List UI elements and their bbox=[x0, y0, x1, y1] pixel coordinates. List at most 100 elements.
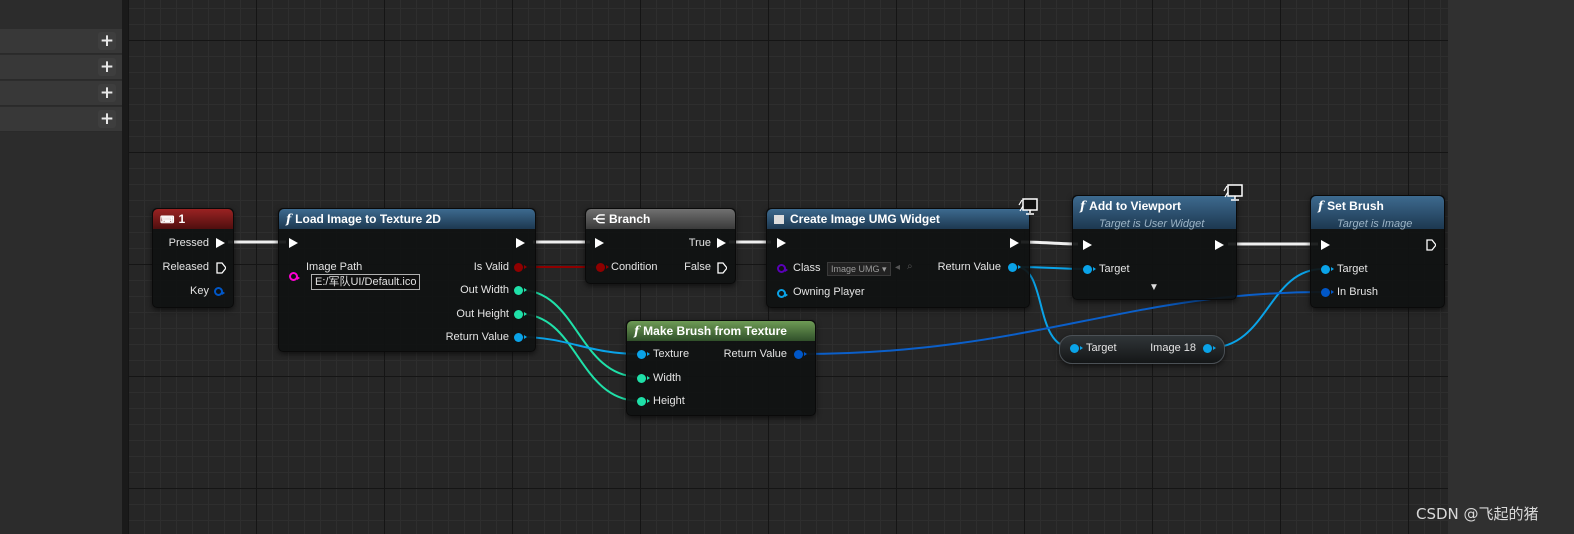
width-label: Width bbox=[653, 372, 682, 384]
target-pin[interactable] bbox=[1070, 344, 1083, 353]
out-width-label: Out Width bbox=[460, 284, 509, 296]
node-title: Make Brush from Texture bbox=[643, 324, 787, 338]
node-header: ⋲ Branch bbox=[586, 209, 735, 229]
condition-pin[interactable] bbox=[596, 263, 609, 272]
target-pin[interactable] bbox=[1321, 265, 1334, 274]
arrow-left-icon[interactable]: ◂ bbox=[895, 262, 900, 273]
texture-pin[interactable] bbox=[637, 350, 650, 359]
pressed-label: Pressed bbox=[168, 237, 209, 249]
monitor-icon bbox=[1222, 184, 1244, 202]
out-width-pin[interactable] bbox=[514, 286, 527, 295]
image-18-getter-node[interactable]: Target Image 18 bbox=[1059, 335, 1225, 364]
image-18-label: Image 18 bbox=[1150, 342, 1196, 354]
owning-player-pin[interactable] bbox=[777, 289, 788, 298]
released-exec-pin[interactable] bbox=[216, 262, 226, 274]
out-height-label: Out Height bbox=[456, 308, 509, 320]
owning-player-label: Owning Player bbox=[793, 286, 865, 298]
monitor-icon bbox=[1017, 198, 1039, 216]
out-height-pin[interactable] bbox=[514, 310, 527, 319]
class-combo[interactable]: Image UMG ▾ bbox=[827, 262, 891, 276]
node-title: 1 bbox=[178, 212, 186, 226]
image-path-label: Image Path bbox=[306, 261, 363, 273]
object-wire bbox=[519, 336, 641, 355]
function-icon: f bbox=[1318, 199, 1324, 213]
function-icon: f bbox=[634, 324, 640, 338]
search-icon[interactable]: ⌕ bbox=[907, 261, 913, 272]
node-title: Set Brush bbox=[1327, 199, 1384, 213]
add-to-viewport-node[interactable]: f Add to Viewport Target is User Widget T… bbox=[1072, 195, 1237, 300]
width-pin[interactable] bbox=[637, 374, 650, 383]
false-label: False bbox=[684, 261, 711, 273]
class-pin[interactable] bbox=[777, 264, 788, 273]
create-widget-node[interactable]: Create Image UMG Widget Class Image UMG … bbox=[766, 208, 1030, 308]
add-button[interactable]: + bbox=[98, 110, 116, 128]
node-subtitle: Target is Image bbox=[1337, 218, 1413, 230]
image-18-pin[interactable] bbox=[1203, 344, 1216, 353]
node-header: f Set Brush Target is Image bbox=[1311, 196, 1444, 230]
node-header: ⌨ 1 bbox=[153, 209, 233, 229]
panel-row: + bbox=[0, 81, 122, 106]
key-struct-pin[interactable] bbox=[214, 287, 225, 296]
target-label: Target bbox=[1099, 263, 1130, 275]
exec-out-pin[interactable] bbox=[1215, 240, 1224, 250]
int-wire bbox=[519, 289, 641, 378]
add-button[interactable]: + bbox=[98, 84, 116, 102]
branch-node[interactable]: ⋲ Branch True Condition False bbox=[585, 208, 736, 284]
exec-out-pin[interactable] bbox=[516, 238, 525, 248]
in-brush-label: In Brush bbox=[1337, 286, 1378, 298]
node-header: f Add to Viewport Target is User Widget bbox=[1073, 196, 1236, 230]
true-label: True bbox=[688, 237, 711, 249]
node-subtitle: Target is User Widget bbox=[1099, 218, 1205, 230]
exec-in-pin[interactable] bbox=[1321, 240, 1330, 250]
key-label: Key bbox=[190, 285, 209, 297]
return-value-label: Return Value bbox=[445, 331, 509, 343]
return-value-label: Return Value bbox=[723, 348, 787, 360]
image-path-pin[interactable] bbox=[289, 272, 300, 281]
height-pin[interactable] bbox=[637, 397, 650, 406]
false-exec-pin[interactable] bbox=[717, 262, 727, 274]
function-icon: f bbox=[286, 212, 292, 226]
return-value-pin[interactable] bbox=[794, 350, 807, 359]
node-header: f Make Brush from Texture bbox=[627, 321, 815, 341]
set-brush-node[interactable]: f Set Brush Target is Image Target In Bru… bbox=[1310, 195, 1445, 308]
function-icon: f bbox=[1080, 199, 1086, 213]
int-wire bbox=[519, 313, 641, 402]
add-button[interactable]: + bbox=[98, 32, 116, 50]
node-title: Load Image to Texture 2D bbox=[295, 212, 441, 226]
key-event-node[interactable]: ⌨ 1 Pressed Released Key bbox=[152, 208, 234, 308]
class-combo-value: Image UMG bbox=[831, 264, 880, 274]
exec-in-pin[interactable] bbox=[777, 238, 786, 248]
target-pin[interactable] bbox=[1083, 265, 1096, 274]
node-title: Branch bbox=[609, 212, 651, 226]
return-value-pin[interactable] bbox=[514, 333, 527, 342]
texture-label: Texture bbox=[653, 348, 690, 360]
blueprint-graph[interactable]: ⌨ 1 Pressed Released Key f Load Image to T… bbox=[128, 0, 1448, 534]
add-button[interactable]: + bbox=[98, 58, 116, 76]
return-value-pin[interactable] bbox=[1008, 263, 1021, 272]
exec-in-pin[interactable] bbox=[289, 238, 298, 248]
expand-arrow-icon[interactable]: ▼ bbox=[1149, 282, 1159, 293]
widget-icon bbox=[774, 215, 784, 224]
target-label: Target bbox=[1337, 263, 1368, 275]
is-valid-pin[interactable] bbox=[514, 263, 527, 272]
watermark: CSDN @飞起的猪 bbox=[1416, 505, 1539, 523]
node-header: Create Image UMG Widget bbox=[767, 209, 1029, 229]
keyboard-icon: ⌨ bbox=[160, 215, 175, 226]
exec-in-pin[interactable] bbox=[1083, 240, 1092, 250]
true-exec-pin[interactable] bbox=[717, 238, 726, 248]
image-path-input[interactable]: E:/军队UI/Default.ico bbox=[311, 274, 421, 290]
is-valid-label: Is Valid bbox=[473, 261, 509, 273]
condition-label: Condition bbox=[611, 261, 658, 273]
load-image-node[interactable]: f Load Image to Texture 2D Image Path E:/… bbox=[278, 208, 536, 352]
make-brush-node[interactable]: f Make Brush from Texture Texture Return … bbox=[626, 320, 816, 416]
exec-out-pin[interactable] bbox=[1426, 239, 1436, 251]
pressed-exec-pin[interactable] bbox=[216, 238, 225, 248]
panel-row: + bbox=[0, 107, 122, 132]
return-value-label: Return Value bbox=[937, 261, 1001, 273]
exec-out-pin[interactable] bbox=[1010, 238, 1019, 248]
panel-row: + bbox=[0, 55, 122, 80]
in-brush-pin[interactable] bbox=[1321, 288, 1334, 297]
chevron-down-icon: ▾ bbox=[882, 264, 887, 274]
right-panel bbox=[1448, 0, 1574, 534]
exec-in-pin[interactable] bbox=[595, 238, 604, 248]
